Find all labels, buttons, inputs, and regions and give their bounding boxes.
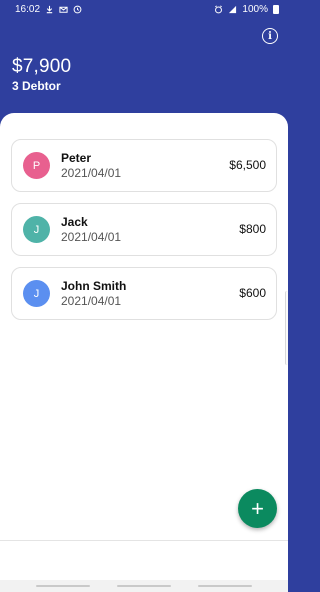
- add-debtor-button[interactable]: +: [238, 489, 277, 528]
- app-screen: 16:02 100% i $7,900 3 Debtor P Peter 202…: [0, 0, 288, 592]
- debtor-card[interactable]: J John Smith 2021/04/01 $600: [11, 267, 277, 320]
- navigation-bar: [0, 580, 288, 592]
- total-amount: $7,900: [12, 56, 72, 77]
- nav-home-handle[interactable]: [117, 585, 171, 587]
- avatar: J: [23, 216, 50, 243]
- debtor-info: John Smith 2021/04/01: [61, 279, 126, 308]
- debtor-name: John Smith: [61, 279, 127, 293]
- nav-back-handle[interactable]: [198, 585, 252, 587]
- status-right: 100%: [214, 4, 279, 15]
- debtor-date: 2021/04/01: [61, 230, 122, 244]
- debtor-amount: $800: [239, 222, 266, 236]
- download-icon: [46, 5, 53, 13]
- battery-percent: 100%: [242, 3, 268, 15]
- status-time: 16:02: [15, 3, 41, 15]
- mail-icon: [59, 6, 68, 13]
- debtor-date: 2021/04/01: [61, 294, 122, 308]
- debtor-info: Jack 2021/04/01: [61, 215, 121, 244]
- bottom-bar: [0, 540, 288, 580]
- status-left: 16:02: [15, 4, 82, 15]
- debtor-amount: $600: [239, 286, 266, 300]
- debtor-name: Peter: [61, 151, 92, 165]
- alarm-icon: [215, 4, 223, 13]
- debtor-count: 3 Debtor: [12, 79, 61, 93]
- battery-icon: [273, 4, 279, 14]
- debtor-info: Peter 2021/04/01: [61, 151, 121, 180]
- avatar: J: [23, 280, 50, 307]
- debtor-name: Jack: [61, 215, 88, 229]
- debtor-card[interactable]: J Jack 2021/04/01 $800: [11, 203, 277, 256]
- signal-icon: [229, 5, 237, 13]
- clock-icon: [73, 5, 82, 13]
- avatar: P: [23, 152, 50, 179]
- edge-panel-handle[interactable]: [285, 291, 288, 365]
- debtor-sheet: P Peter 2021/04/01 $6,500 J Jack 2021/04…: [0, 113, 288, 540]
- status-bar: 16:02 100%: [0, 0, 288, 18]
- summary-header: i $7,900 3 Debtor: [0, 18, 288, 122]
- debtor-amount: $6,500: [229, 158, 266, 172]
- debtor-list: P Peter 2021/04/01 $6,500 J Jack 2021/04…: [11, 139, 277, 331]
- debtor-card[interactable]: P Peter 2021/04/01 $6,500: [11, 139, 277, 192]
- nav-recent-handle[interactable]: [36, 585, 90, 587]
- info-icon[interactable]: i: [262, 28, 278, 44]
- debtor-date: 2021/04/01: [61, 166, 122, 180]
